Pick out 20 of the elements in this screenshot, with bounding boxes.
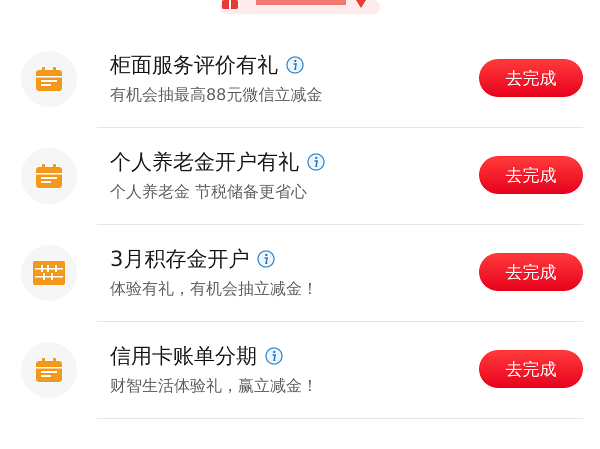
calendar-icon [36,358,62,382]
info-icon[interactable] [286,56,304,74]
task-description: 有机会抽最高88元微信立减金 [110,84,324,106]
complete-button[interactable]: 去完成 [479,156,583,194]
task-description: 个人养老金 节税储备更省心 [110,182,308,202]
task-title: 信用卡账单分期 [110,342,257,370]
complete-button[interactable]: 去完成 [479,350,583,388]
task-description: 体验有礼，有机会抽立减金！ [110,278,319,300]
info-icon[interactable] [257,250,276,268]
task-title: 个人养老金开户有礼 [110,148,299,176]
complete-button[interactable]: 去完成 [479,253,583,291]
info-icon[interactable] [307,152,325,170]
info-icon[interactable] [265,346,283,364]
task-title: 柜面服务评价有礼 [110,52,278,78]
task-title: 3月积存金开户 [110,246,250,272]
abacus-icon [32,260,64,284]
task-description: 财智生活体验礼，赢立减金！ [110,376,319,396]
complete-button[interactable]: 去完成 [479,59,583,97]
calendar-icon [36,164,62,188]
calendar-icon [36,66,62,90]
